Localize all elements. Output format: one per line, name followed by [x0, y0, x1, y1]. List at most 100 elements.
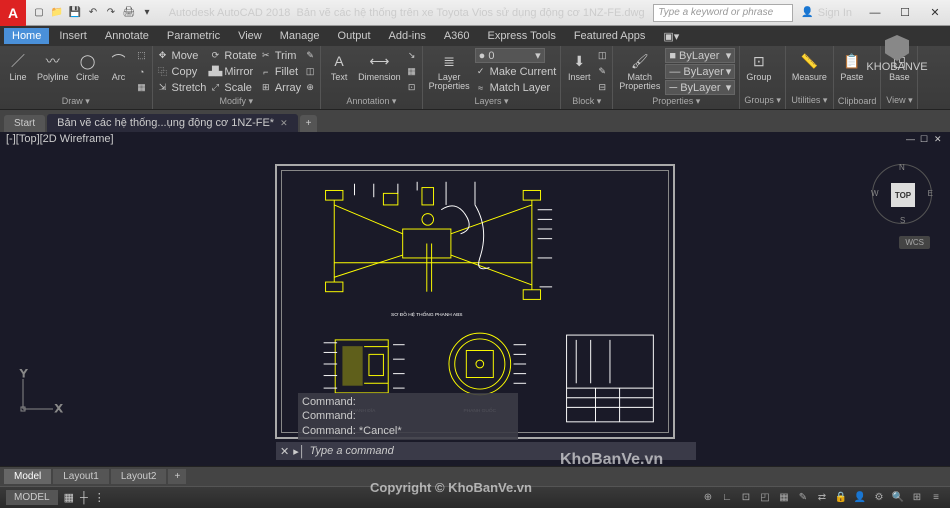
move-button[interactable]: ✥Move	[157, 48, 207, 63]
tab-output[interactable]: Output	[330, 28, 379, 44]
sb-icon[interactable]: ⚙	[871, 490, 887, 506]
cmd-close-icon[interactable]: ✕	[280, 445, 289, 458]
tab-annotate[interactable]: Annotate	[97, 28, 157, 44]
app-logo[interactable]: A	[0, 0, 26, 26]
tab-view[interactable]: View	[230, 28, 270, 44]
draw-misc-1[interactable]: ⬚	[136, 48, 148, 63]
tab-start[interactable]: Start	[4, 115, 45, 132]
status-model-badge[interactable]: MODEL	[6, 490, 58, 505]
trim-button[interactable]: ✂Trim	[260, 48, 301, 63]
qat-save-icon[interactable]: 💾	[68, 6, 82, 20]
sb-icon[interactable]: ✎	[795, 490, 811, 506]
array-button[interactable]: ⊞Array	[260, 80, 301, 95]
signin-button[interactable]: 👤 Sign In	[793, 7, 860, 19]
qat-redo-icon[interactable]: ↷	[104, 6, 118, 20]
tab-document[interactable]: Bản vẽ các hệ thống...ụng động cơ 1NZ-FE…	[47, 114, 298, 132]
sb-icon[interactable]: ⊞	[909, 490, 925, 506]
match-layer-button[interactable]: ≈Match Layer	[475, 80, 557, 95]
paste-button[interactable]: 📋Paste	[838, 48, 866, 84]
qat-undo-icon[interactable]: ↶	[86, 6, 100, 20]
draw-misc-2[interactable]: ◔	[136, 64, 148, 79]
draw-misc-3[interactable]: ▦	[136, 80, 148, 95]
new-tab-button[interactable]: +	[300, 115, 318, 132]
sb-icon[interactable]: ⇄	[814, 490, 830, 506]
group-button[interactable]: ⊡Group	[744, 48, 773, 84]
layer-properties-button[interactable]: ≣Layer Properties	[427, 48, 472, 93]
rotate-button[interactable]: ⟳Rotate	[209, 48, 256, 63]
dimension-button[interactable]: ⟷Dimension	[356, 48, 403, 84]
arc-button[interactable]: ⌒Arc	[105, 48, 133, 84]
copy-button[interactable]: ⿻Copy	[157, 64, 207, 79]
modify-ext2[interactable]: ◫	[304, 64, 316, 79]
maximize-button[interactable]: ☐	[890, 0, 920, 26]
sb-icon[interactable]: 👤	[852, 490, 868, 506]
vp-close-icon[interactable]: ✕	[934, 134, 944, 145]
close-tab-icon[interactable]: ✕	[280, 118, 288, 129]
view-cube[interactable]: TOP NSEW	[872, 164, 932, 224]
help-search-input[interactable]: Type a keyword or phrase	[653, 4, 793, 22]
tab-a360[interactable]: A360	[436, 28, 478, 44]
vp-max-icon[interactable]: ☐	[920, 134, 930, 145]
drawing-canvas[interactable]: SƠ ĐỒ HỆ THỐNG PHANH ABS PHANH ĐĨA	[0, 146, 950, 466]
tab-home[interactable]: Home	[4, 28, 49, 44]
insert-button[interactable]: ⬇Insert	[565, 48, 593, 84]
sb-icon[interactable]: ∟	[719, 490, 735, 506]
circle-button[interactable]: ◯Circle	[74, 48, 102, 84]
qat-open-icon[interactable]: 📁	[50, 6, 64, 20]
annot-misc[interactable]: ⊡	[406, 80, 418, 95]
sb-icon[interactable]: ▦	[776, 490, 792, 506]
layout-tab-model[interactable]: Model	[4, 469, 51, 484]
modify-ext3[interactable]: ⊕	[304, 80, 316, 95]
fillet-button[interactable]: ⌐Fillet	[260, 64, 301, 79]
qat-print-icon[interactable]: 🖨	[122, 6, 136, 20]
minimize-button[interactable]: —	[860, 0, 890, 26]
viewport-controls: [-][Top][2D Wireframe] — ☐ ✕	[0, 132, 950, 146]
modify-ext1[interactable]: ✎	[304, 48, 316, 63]
make-current-button[interactable]: ✓Make Current	[475, 64, 557, 79]
scale-button[interactable]: ⤢Scale	[209, 80, 256, 95]
layout-tab-1[interactable]: Layout1	[53, 469, 109, 484]
tab-insert[interactable]: Insert	[51, 28, 95, 44]
sb-icon[interactable]: ≡	[928, 490, 944, 506]
wcs-badge[interactable]: WCS	[899, 236, 930, 249]
text-button[interactable]: AText	[325, 48, 353, 84]
lineweight-combo[interactable]: — ByLayer▾	[665, 64, 735, 79]
sb-icon[interactable]: 🔒	[833, 490, 849, 506]
sb-icon[interactable]: 🔍	[890, 490, 906, 506]
tab-manage[interactable]: Manage	[272, 28, 328, 44]
status-snap-icon[interactable]: ┼	[80, 492, 88, 504]
polyline-button[interactable]: 〰Polyline	[35, 48, 71, 84]
stretch-button[interactable]: ⇲Stretch	[157, 80, 207, 95]
tab-express[interactable]: Express Tools	[480, 28, 564, 44]
mirror-button[interactable]: ▟▙Mirror	[209, 64, 256, 79]
match-props-button[interactable]: 🖌Match Properties	[617, 48, 662, 93]
tab-featured[interactable]: Featured Apps	[566, 28, 654, 44]
block-edit[interactable]: ✎	[596, 64, 608, 79]
qat-new-icon[interactable]: ▢	[32, 6, 46, 20]
block-create[interactable]: ◫	[596, 48, 608, 63]
layer-combo[interactable]: ● 0▾	[475, 48, 545, 63]
tab-expand-icon[interactable]: ▣▾	[655, 28, 687, 45]
block-attr[interactable]: ⊟	[596, 80, 608, 95]
sb-icon[interactable]: ⊕	[700, 490, 716, 506]
viewport-label[interactable]: [-][Top][2D Wireframe]	[6, 133, 114, 145]
tab-parametric[interactable]: Parametric	[159, 28, 228, 44]
close-button[interactable]: ✕	[920, 0, 950, 26]
layout-tab-2[interactable]: Layout2	[111, 469, 167, 484]
vp-min-icon[interactable]: —	[906, 134, 916, 145]
annot-table[interactable]: ▦	[406, 64, 418, 79]
layout-tab-add[interactable]: +	[168, 469, 186, 484]
linetype-combo[interactable]: ─ ByLayer▾	[665, 80, 735, 95]
sb-icon[interactable]: ⊡	[738, 490, 754, 506]
status-more-icon[interactable]: ⋮	[94, 491, 105, 504]
color-combo[interactable]: ■ ByLayer▾	[665, 48, 735, 63]
base-button[interactable]: ◳Base	[885, 48, 913, 84]
qat-dropdown-icon[interactable]: ▾	[140, 6, 154, 20]
annot-leader[interactable]: ↘	[406, 48, 418, 63]
measure-button[interactable]: 📏Measure	[790, 48, 829, 84]
command-line-input[interactable]: ✕ ▸│ Type a command	[276, 442, 696, 460]
line-button[interactable]: ／Line	[4, 48, 32, 84]
sb-icon[interactable]: ◰	[757, 490, 773, 506]
status-grid-icon[interactable]: ▦	[64, 491, 74, 504]
tab-addins[interactable]: Add-ins	[381, 28, 434, 44]
